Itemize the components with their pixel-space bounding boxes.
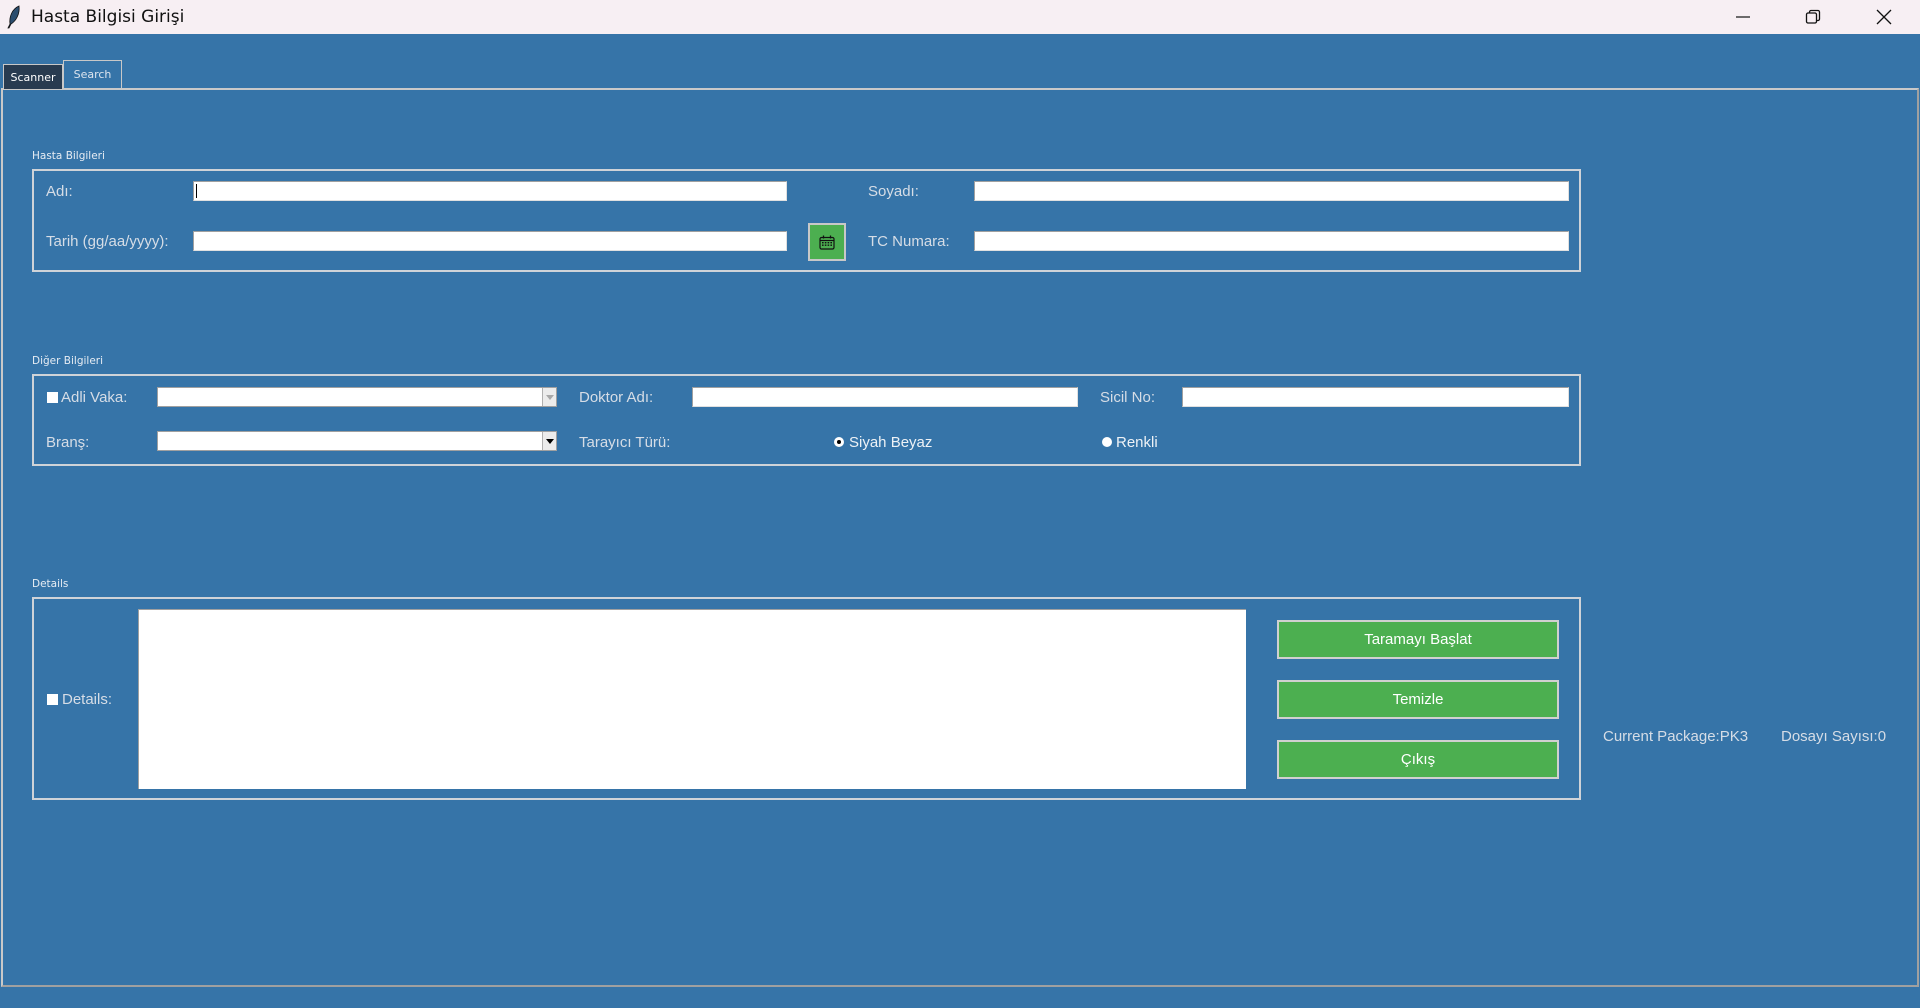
- clear-button[interactable]: Temizle: [1277, 680, 1559, 719]
- radio-black-white-label[interactable]: Siyah Beyaz: [849, 434, 932, 451]
- last-name-label: Soyadı:: [868, 183, 919, 200]
- window-title: Hasta Bilgisi Girişi: [31, 7, 185, 27]
- chevron-down-icon[interactable]: [542, 432, 556, 450]
- minimize-icon: [1736, 16, 1750, 18]
- forensic-case-combobox[interactable]: [157, 387, 557, 407]
- file-count-status: Dosayı Sayısı:0: [1781, 728, 1887, 745]
- chevron-down-icon[interactable]: [542, 388, 556, 406]
- tc-number-label: TC Numara:: [868, 233, 950, 250]
- feather-icon: [7, 5, 20, 29]
- details-group-title: Details: [32, 578, 69, 590]
- title-bar: Hasta Bilgisi Girişi: [0, 0, 1920, 34]
- radio-color[interactable]: [1102, 437, 1112, 447]
- minimize-button[interactable]: [1708, 0, 1778, 34]
- registry-number-label: Sicil No:: [1100, 389, 1156, 406]
- patient-group-title: Hasta Bilgileri: [32, 150, 105, 162]
- forensic-case-label: Adli Vaka:: [61, 389, 128, 406]
- close-icon: [1876, 9, 1892, 25]
- close-button[interactable]: [1849, 0, 1919, 34]
- details-label: Details:: [62, 691, 113, 708]
- other-group-title: Diğer Bilgileri: [32, 355, 104, 367]
- last-name-input[interactable]: [974, 181, 1569, 201]
- first-name-input[interactable]: [193, 181, 787, 201]
- date-input[interactable]: [193, 231, 787, 251]
- calendar-button[interactable]: [808, 223, 846, 261]
- calendar-icon: [819, 235, 835, 250]
- first-name-label: Adı:: [46, 183, 73, 200]
- exit-button[interactable]: Çıkış: [1277, 740, 1559, 779]
- doctor-name-label: Doktor Adı:: [579, 389, 654, 406]
- details-checkbox[interactable]: [47, 694, 58, 705]
- date-label: Tarih (gg/aa/yyyy):: [46, 233, 169, 250]
- restore-icon: [1805, 9, 1821, 24]
- registry-number-input[interactable]: [1182, 387, 1569, 407]
- details-textarea[interactable]: [138, 609, 1246, 789]
- radio-black-white[interactable]: [834, 437, 844, 447]
- current-package-status: Current Package:PK3: [1603, 728, 1749, 745]
- scanner-type-label: Tarayıcı Türü:: [579, 434, 671, 451]
- branch-label: Branş:: [46, 434, 90, 451]
- tab-search[interactable]: Search: [63, 60, 122, 88]
- tc-number-input[interactable]: [974, 231, 1569, 251]
- radio-color-label[interactable]: Renkli: [1116, 434, 1158, 451]
- restore-button[interactable]: [1778, 0, 1848, 34]
- tab-scanner[interactable]: Scanner: [3, 64, 63, 89]
- start-scan-button[interactable]: Taramayı Başlat: [1277, 620, 1559, 659]
- forensic-case-checkbox[interactable]: [47, 392, 58, 403]
- doctor-name-input[interactable]: [692, 387, 1078, 407]
- branch-combobox[interactable]: [157, 431, 557, 451]
